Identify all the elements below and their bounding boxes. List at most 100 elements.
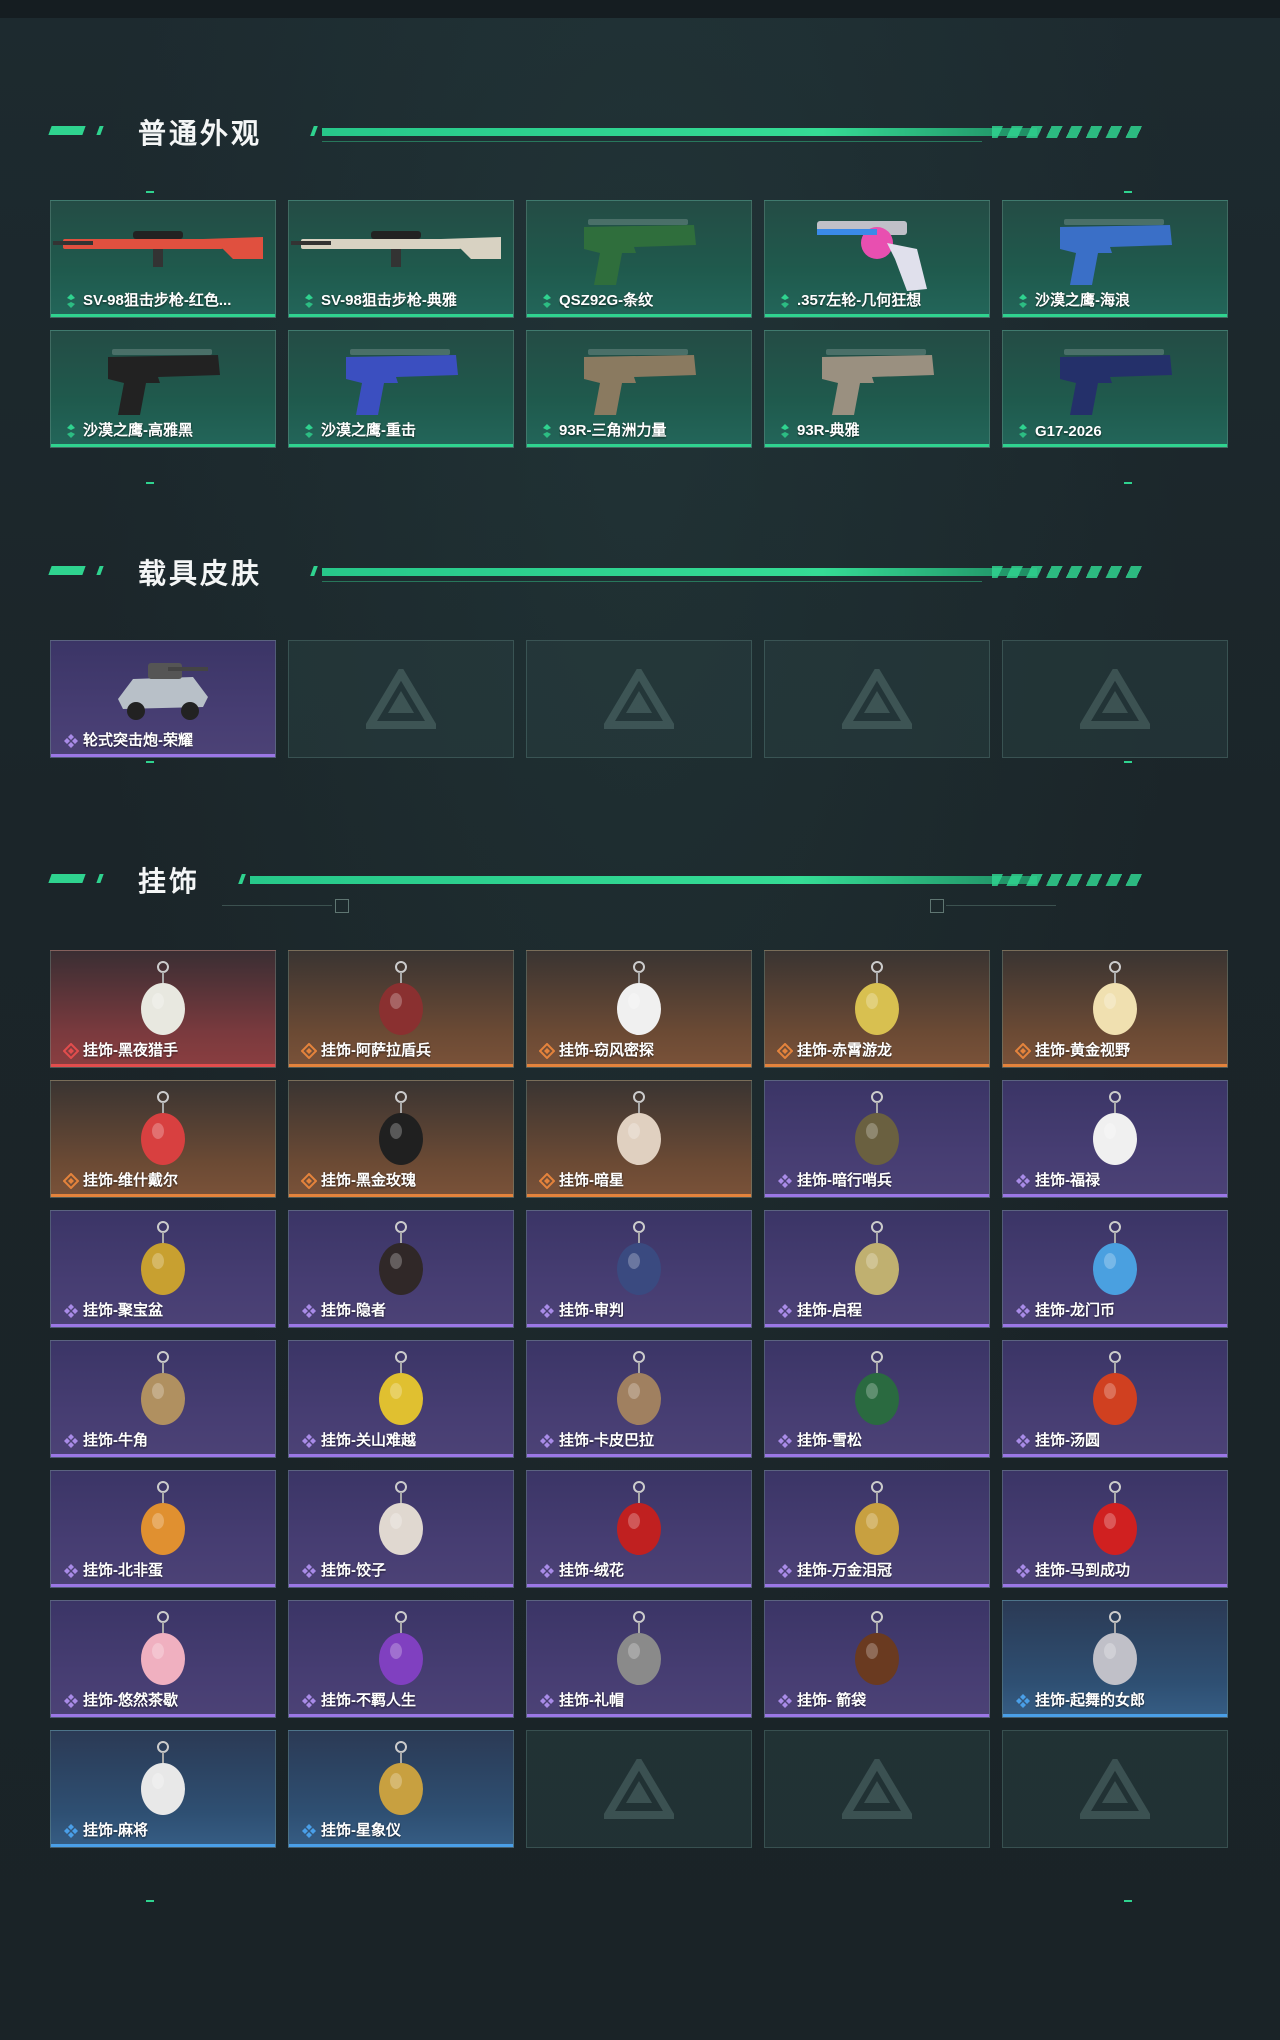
skins-item-card[interactable]: .357左轮-几何狂想 (764, 200, 990, 318)
rarity-bar (527, 1714, 751, 1717)
deco-dash (1124, 761, 1132, 763)
skins-item-card[interactable]: QSZ92G-条纹 (526, 200, 752, 318)
charms-item-card[interactable]: 挂饰-赤霄游龙 (764, 950, 990, 1068)
rarity-bar (289, 314, 513, 317)
item-name: 挂饰-万金泪冠 (797, 1562, 892, 1579)
vehicles-item-card[interactable]: 轮式突击炮-荣耀 (50, 640, 276, 758)
charm-icon (379, 1481, 423, 1555)
charms-item-card[interactable]: 挂饰-马到成功 (1002, 1470, 1228, 1588)
charms-item-card[interactable]: 挂饰-饺子 (288, 1470, 514, 1588)
charms-item-card[interactable]: 挂饰-阿萨拉盾兵 (288, 950, 514, 1068)
rarity-purple-icon (302, 1694, 316, 1708)
logo-watermark-icon (366, 669, 436, 729)
charms-item-card[interactable]: 挂饰-不羁人生 (288, 1600, 514, 1718)
charms-item-card[interactable]: 挂饰-万金泪冠 (764, 1470, 990, 1588)
rarity-blue-icon (1016, 1694, 1030, 1708)
skins-item-card[interactable]: 沙漠之鹰-高雅黑 (50, 330, 276, 448)
rarity-purple-icon (778, 1564, 792, 1578)
charms-item-card[interactable]: 挂饰-暗星 (526, 1080, 752, 1198)
charm-icon (617, 1611, 661, 1685)
charms-item-card[interactable]: 挂饰-牛角 (50, 1340, 276, 1458)
skins-item-card[interactable]: SV-98狙击步枪-红色... (50, 200, 276, 318)
charms-item-card[interactable]: 挂饰-启程 (764, 1210, 990, 1328)
rarity-bar (51, 444, 275, 447)
charms-item-card[interactable]: 挂饰-汤圆 (1002, 1340, 1228, 1458)
item-name: G17-2026 (1035, 423, 1102, 440)
item-name: 挂饰-礼帽 (559, 1692, 624, 1709)
item-name: 沙漠之鹰-高雅黑 (83, 422, 193, 439)
rarity-purple-icon (64, 1694, 78, 1708)
rarity-purple-icon (778, 1694, 792, 1708)
item-name: 挂饰-悠然茶歇 (83, 1692, 178, 1709)
rarity-bar (289, 1584, 513, 1587)
pistol-icon (1060, 219, 1172, 285)
charms-item-card[interactable]: 挂饰-维什戴尔 (50, 1080, 276, 1198)
skins-item-card[interactable]: 93R-典雅 (764, 330, 990, 448)
rarity-bar (1003, 1064, 1227, 1067)
charms-item-card[interactable]: 挂饰-绒花 (526, 1470, 752, 1588)
skins-item-card[interactable]: G17-2026 (1002, 330, 1228, 448)
charms-item-card[interactable]: 挂饰-福禄 (1002, 1080, 1228, 1198)
charms-item-card[interactable]: 挂饰-审判 (526, 1210, 752, 1328)
logo-watermark-icon (604, 1759, 674, 1819)
item-name: 挂饰-饺子 (321, 1562, 386, 1579)
rarity-bar (289, 1324, 513, 1327)
item-name: 挂饰-启程 (797, 1302, 862, 1319)
item-name: 挂饰-暗行哨兵 (797, 1172, 892, 1189)
charms-item-card[interactable]: 挂饰-黄金视野 (1002, 950, 1228, 1068)
charm-icon (141, 1611, 185, 1685)
rarity-orange-icon (539, 1043, 555, 1059)
charm-icon (379, 1611, 423, 1685)
item-name: 挂饰-暗星 (559, 1172, 624, 1189)
rarity-bar (289, 1454, 513, 1457)
rarity-bar (527, 1324, 751, 1327)
item-name: 挂饰-星象仪 (321, 1822, 401, 1839)
rarity-bar (527, 314, 751, 317)
rarity-orange-icon (539, 1173, 555, 1189)
skins-item-card[interactable]: SV-98狙击步枪-典雅 (288, 200, 514, 318)
item-name: 挂饰-起舞的女郎 (1035, 1692, 1145, 1709)
charm-icon (141, 1741, 185, 1815)
item-name: QSZ92G-条纹 (559, 292, 654, 309)
item-name: 挂饰-马到成功 (1035, 1562, 1130, 1579)
item-name: 挂饰-维什戴尔 (83, 1172, 178, 1189)
skins-item-card[interactable]: 93R-三角洲力量 (526, 330, 752, 448)
rarity-purple-icon (64, 734, 78, 748)
charms-item-card[interactable]: 挂饰-卡皮巴拉 (526, 1340, 752, 1458)
rarity-bar (51, 1454, 275, 1457)
charm-icon (1093, 1091, 1137, 1165)
item-name: 挂饰-龙门币 (1035, 1302, 1115, 1319)
charms-item-card[interactable]: 挂饰-黑金玫瑰 (288, 1080, 514, 1198)
charms-item-card[interactable]: 挂饰-起舞的女郎 (1002, 1600, 1228, 1718)
charms-item-card[interactable]: 挂饰-麻将 (50, 1730, 276, 1848)
rarity-purple-icon (64, 1304, 78, 1318)
item-name: 挂饰-黑夜猎手 (83, 1042, 178, 1059)
charms-item-card[interactable]: 挂饰-隐者 (288, 1210, 514, 1328)
revolver-icon (817, 221, 927, 291)
rarity-red-icon (63, 1043, 79, 1059)
skins-item-card[interactable]: 沙漠之鹰-重击 (288, 330, 514, 448)
rarity-bar (765, 1324, 989, 1327)
rarity-orange-icon (301, 1173, 317, 1189)
charms-item-card[interactable]: 挂饰-聚宝盆 (50, 1210, 276, 1328)
rarity-bar (1003, 314, 1227, 317)
charms-item-card[interactable]: 挂饰-星象仪 (288, 1730, 514, 1848)
charms-item-card[interactable]: 挂饰-窃风密探 (526, 950, 752, 1068)
logo-watermark-icon (1080, 1759, 1150, 1819)
rarity-bar (527, 1194, 751, 1197)
header-line (322, 128, 1037, 136)
section-title: 挂饰 (138, 866, 201, 897)
charms-item-card[interactable]: 挂饰-礼帽 (526, 1600, 752, 1718)
skins-item-card[interactable]: 沙漠之鹰-海浪 (1002, 200, 1228, 318)
empty-slot (526, 1730, 752, 1848)
charms-item-card[interactable]: 挂饰- 箭袋 (764, 1600, 990, 1718)
charms-item-card[interactable]: 挂饰-悠然茶歇 (50, 1600, 276, 1718)
charms-item-card[interactable]: 挂饰-龙门币 (1002, 1210, 1228, 1328)
empty-slot (764, 640, 990, 758)
charms-item-card[interactable]: 挂饰-北非蛋 (50, 1470, 276, 1588)
charms-item-card[interactable]: 挂饰-暗行哨兵 (764, 1080, 990, 1198)
charms-item-card[interactable]: 挂饰-黑夜猎手 (50, 950, 276, 1068)
charms-item-card[interactable]: 挂饰-雪松 (764, 1340, 990, 1458)
charms-item-card[interactable]: 挂饰-关山难越 (288, 1340, 514, 1458)
item-name: 挂饰-绒花 (559, 1562, 624, 1579)
